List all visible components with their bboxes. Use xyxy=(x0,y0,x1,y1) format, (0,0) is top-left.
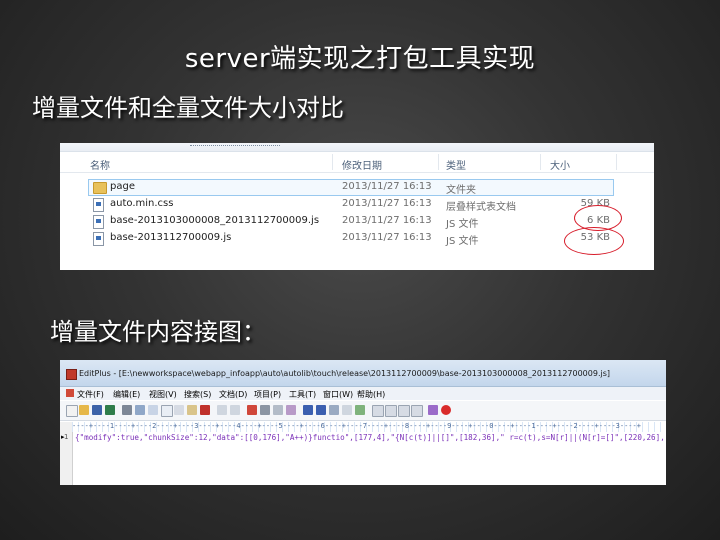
save-all-icon[interactable] xyxy=(105,405,115,415)
size-highlight-circle xyxy=(564,227,624,255)
file-name: base-2013112700009.js xyxy=(110,232,232,243)
browser-icon[interactable] xyxy=(355,405,365,415)
cliptext-icon[interactable] xyxy=(398,405,410,417)
file-row-auto-min-css[interactable]: auto.min.css 2013/11/27 16:13 层叠样式表文档 59… xyxy=(60,196,654,213)
column-modified-date[interactable]: 修改日期 xyxy=(342,157,382,172)
delete-icon[interactable] xyxy=(200,405,210,415)
file-type: JS 文件 xyxy=(446,219,479,230)
menu-view[interactable]: 视图(V) xyxy=(149,389,177,400)
editplus-app-icon xyxy=(66,369,77,380)
print-icon[interactable] xyxy=(122,405,132,415)
redo-icon[interactable] xyxy=(230,405,240,415)
word-wrap-icon[interactable] xyxy=(316,405,326,415)
css-file-icon xyxy=(93,198,104,212)
find-icon[interactable] xyxy=(247,405,257,415)
print-preview-icon[interactable] xyxy=(135,405,145,415)
file-date: 2013/11/27 16:13 xyxy=(342,198,432,209)
file-date: 2013/11/27 16:13 xyxy=(342,181,432,192)
window-title: EditPlus - [E:\newworkspace\webapp_infoa… xyxy=(79,369,610,378)
folder-icon xyxy=(93,182,107,194)
menu-tools[interactable]: 工具(T) xyxy=(289,389,316,400)
slide-subtitle: 增量文件和全量文件大小对比 xyxy=(32,94,344,122)
column-type[interactable]: 类型 xyxy=(446,157,466,172)
explorer-toolbar-strip xyxy=(60,143,654,152)
find-next-icon[interactable] xyxy=(260,405,270,415)
hex-icon[interactable] xyxy=(329,405,339,415)
menu-window[interactable]: 窗口(W) xyxy=(323,389,353,400)
explorer-screenshot: 名称 修改日期 类型 大小 page 2013/11/27 16:13 文件夹 … xyxy=(60,143,654,270)
column-icon[interactable] xyxy=(342,405,352,415)
column-name[interactable]: 名称 xyxy=(90,157,110,172)
directory-icon[interactable] xyxy=(411,405,423,417)
slide-title: server端实现之打包工具实现 xyxy=(184,44,536,74)
file-type: 层叠样式表文档 xyxy=(446,202,516,213)
undo-icon[interactable] xyxy=(217,405,227,415)
menu-help[interactable]: 帮助(H) xyxy=(357,389,385,400)
save-icon[interactable] xyxy=(92,405,102,415)
column-size[interactable]: 大小 xyxy=(550,157,570,172)
paste-icon[interactable] xyxy=(187,405,197,415)
menu-bar: 文件(F) 编辑(E) 视图(V) 搜索(S) 文档(D) 项目(P) 工具(T… xyxy=(60,387,666,400)
js-file-icon xyxy=(93,232,104,246)
document-menu-icon[interactable] xyxy=(66,389,74,397)
menu-project[interactable]: 项目(P) xyxy=(254,389,281,400)
menu-edit[interactable]: 编辑(E) xyxy=(113,389,140,400)
editplus-titlebar: EditPlus - [E:\newworkspace\webapp_infoa… xyxy=(60,360,666,387)
replace-icon[interactable] xyxy=(273,405,283,415)
file-name: page xyxy=(110,181,135,192)
ruler-icon[interactable] xyxy=(372,405,384,417)
file-type: JS 文件 xyxy=(446,236,479,247)
file-type: 文件夹 xyxy=(446,185,476,196)
open-folder-icon[interactable] xyxy=(79,405,89,415)
line-number: 1 xyxy=(64,433,69,441)
stop-icon[interactable] xyxy=(441,405,451,415)
copy-icon[interactable] xyxy=(174,405,184,415)
file-name: auto.min.css xyxy=(110,198,174,209)
file-name: base-2013103000008_2013112700009.js xyxy=(110,215,320,226)
column-ruler: ----+----1----+----2----+----3----+----4… xyxy=(72,422,666,432)
file-row-base-incremental-js[interactable]: base-2013103000008_2013112700009.js 2013… xyxy=(60,213,654,230)
code-line[interactable]: {"modify":true,"chunkSize":12,"data":[[0… xyxy=(75,433,666,442)
file-date: 2013/11/27 16:13 xyxy=(342,232,432,243)
slide-subtitle-2: 增量文件内容接图： xyxy=(50,318,266,346)
menu-search[interactable]: 搜索(S) xyxy=(184,389,211,400)
goto-icon[interactable] xyxy=(286,405,296,415)
file-row-page[interactable]: page 2013/11/27 16:13 文件夹 xyxy=(60,179,654,196)
cut-icon[interactable] xyxy=(161,405,173,417)
help-icon[interactable] xyxy=(428,405,438,415)
menu-document[interactable]: 文档(D) xyxy=(219,389,247,400)
toolbar xyxy=(60,401,666,421)
explorer-column-header: 名称 修改日期 类型 大小 xyxy=(60,152,654,173)
line-number-icon[interactable] xyxy=(385,405,397,417)
new-file-icon[interactable] xyxy=(66,405,78,417)
menu-file[interactable]: 文件(F) xyxy=(77,389,104,400)
spell-check-icon[interactable] xyxy=(148,405,158,415)
js-file-icon xyxy=(93,215,104,229)
editplus-screenshot: EditPlus - [E:\newworkspace\webapp_infoa… xyxy=(60,360,666,485)
font-icon[interactable] xyxy=(303,405,313,415)
file-date: 2013/11/27 16:13 xyxy=(342,215,432,226)
